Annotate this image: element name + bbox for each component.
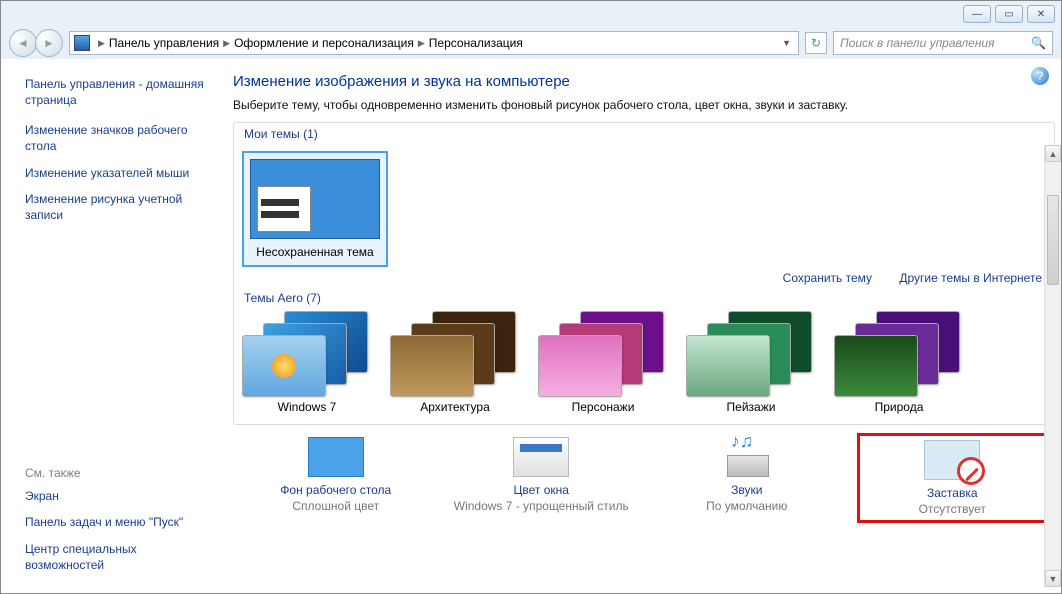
search-placeholder: Поиск в панели управления	[840, 36, 995, 50]
screensaver-button[interactable]: Заставка Отсутствует	[857, 433, 1047, 523]
desktop-background-button[interactable]: Фон рабочего стола Сплошной цвет	[241, 433, 431, 517]
scroll-thumb[interactable]	[1047, 195, 1059, 285]
save-theme-link[interactable]: Сохранить тему	[783, 271, 872, 285]
theme-thumbnail	[686, 311, 816, 397]
sounds-icon	[719, 437, 775, 477]
theme-label: Архитектура	[390, 400, 520, 414]
minimize-button[interactable]: —	[963, 5, 991, 23]
see-also-taskbar[interactable]: Панель задач и меню "Пуск"	[25, 514, 209, 530]
page-subtitle: Выберите тему, чтобы одновременно измени…	[233, 98, 1055, 112]
maximize-button[interactable]: ▭	[995, 5, 1023, 23]
theme-thumbnail	[242, 311, 372, 397]
theme-thumbnail	[538, 311, 668, 397]
search-input[interactable]: Поиск в панели управления 🔍	[833, 31, 1053, 55]
setting-title: Цвет окна	[450, 483, 632, 497]
setting-title: Заставка	[864, 486, 1040, 500]
setting-title: Фон рабочего стола	[245, 483, 427, 497]
titlebar: — ▭ ✕	[1, 1, 1061, 27]
control-panel-home-link[interactable]: Панель управления - домашняя страница	[25, 77, 209, 108]
setting-value: По умолчанию	[656, 499, 838, 513]
address-bar[interactable]: ▶ Панель управления ▶ Оформление и персо…	[69, 31, 799, 55]
aero-themes-row: Windows 7 Архитектура Персонажи Пейзажи	[242, 311, 1046, 414]
chevron-right-icon: ▶	[223, 38, 230, 49]
theme-label: Природа	[834, 400, 964, 414]
chevron-right-icon: ▶	[418, 38, 425, 49]
scroll-down-button[interactable]: ▼	[1045, 570, 1061, 587]
sidebar: Панель управления - домашняя страница Из…	[1, 59, 223, 593]
screensaver-icon	[924, 440, 980, 480]
bottom-settings-row: Фон рабочего стола Сплошной цвет Цвет ок…	[233, 433, 1055, 523]
theme-nature[interactable]: Природа	[834, 311, 964, 414]
theme-thumbnail	[250, 159, 380, 239]
nav-buttons: ◄ ►	[9, 29, 63, 57]
search-icon[interactable]: 🔍	[1031, 36, 1046, 50]
theme-characters[interactable]: Персонажи	[538, 311, 668, 414]
chevron-right-icon: ▶	[98, 38, 105, 49]
control-panel-icon	[74, 35, 90, 51]
breadcrumb-item[interactable]: Оформление и персонализация	[234, 36, 414, 50]
sidebar-task-mouse-pointers[interactable]: Изменение указателей мыши	[25, 165, 209, 181]
back-button[interactable]: ◄	[9, 29, 37, 57]
setting-value: Отсутствует	[864, 502, 1040, 516]
my-themes-label: Мои темы (1)	[242, 127, 1046, 141]
toolbar: ◄ ► ▶ Панель управления ▶ Оформление и п…	[1, 27, 1061, 59]
page-title: Изменение изображения и звука на компьют…	[233, 73, 1055, 90]
theme-thumbnail	[390, 311, 520, 397]
theme-label: Персонажи	[538, 400, 668, 414]
theme-label: Windows 7	[242, 400, 372, 414]
theme-architecture[interactable]: Архитектура	[390, 311, 520, 414]
see-also-ease-of-access[interactable]: Центр специальных возможностей	[25, 541, 209, 573]
forward-button[interactable]: ►	[35, 29, 63, 57]
theme-label: Несохраненная тема	[250, 245, 380, 259]
theme-landscapes[interactable]: Пейзажи	[686, 311, 816, 414]
window: — ▭ ✕ ◄ ► ▶ Панель управления ▶ Оформлен…	[0, 0, 1062, 594]
chevron-down-icon[interactable]: ▼	[779, 38, 794, 48]
sidebar-task-account-picture[interactable]: Изменение рисунка учетной записи	[25, 191, 209, 223]
breadcrumb-item[interactable]: Персонализация	[429, 36, 523, 50]
see-also-display[interactable]: Экран	[25, 488, 209, 504]
theme-label: Пейзажи	[686, 400, 816, 414]
setting-title: Звуки	[656, 483, 838, 497]
window-color-button[interactable]: Цвет окна Windows 7 - упрощенный стиль	[446, 433, 636, 517]
sounds-button[interactable]: Звуки По умолчанию	[652, 433, 842, 517]
aero-themes-label: Темы Aero (7)	[242, 291, 1046, 305]
sidebar-task-desktop-icons[interactable]: Изменение значков рабочего стола	[25, 122, 209, 154]
desktop-background-icon	[308, 437, 364, 477]
body: Панель управления - домашняя страница Из…	[1, 59, 1061, 593]
see-also-label: См. также	[25, 466, 209, 480]
close-button[interactable]: ✕	[1027, 5, 1055, 23]
setting-value: Windows 7 - упрощенный стиль	[450, 499, 632, 513]
theme-windows7[interactable]: Windows 7	[242, 311, 372, 414]
main-content: ? Изменение изображения и звука на компь…	[223, 59, 1061, 593]
breadcrumb-item[interactable]: Панель управления	[109, 36, 219, 50]
scroll-up-button[interactable]: ▲	[1045, 145, 1061, 162]
theme-thumbnail	[834, 311, 964, 397]
scrollbar[interactable]: ▲ ▼	[1044, 145, 1061, 587]
help-icon[interactable]: ?	[1031, 67, 1049, 85]
more-themes-link[interactable]: Другие темы в Интернете	[899, 271, 1042, 285]
themes-group: Мои темы (1) Несохраненная тема Сохранит…	[233, 122, 1055, 425]
refresh-button[interactable]: ↻	[805, 32, 827, 54]
theme-links: Сохранить тему Другие темы в Интернете	[242, 267, 1046, 285]
setting-value: Сплошной цвет	[245, 499, 427, 513]
theme-unsaved[interactable]: Несохраненная тема	[242, 151, 388, 267]
window-color-icon	[513, 437, 569, 477]
